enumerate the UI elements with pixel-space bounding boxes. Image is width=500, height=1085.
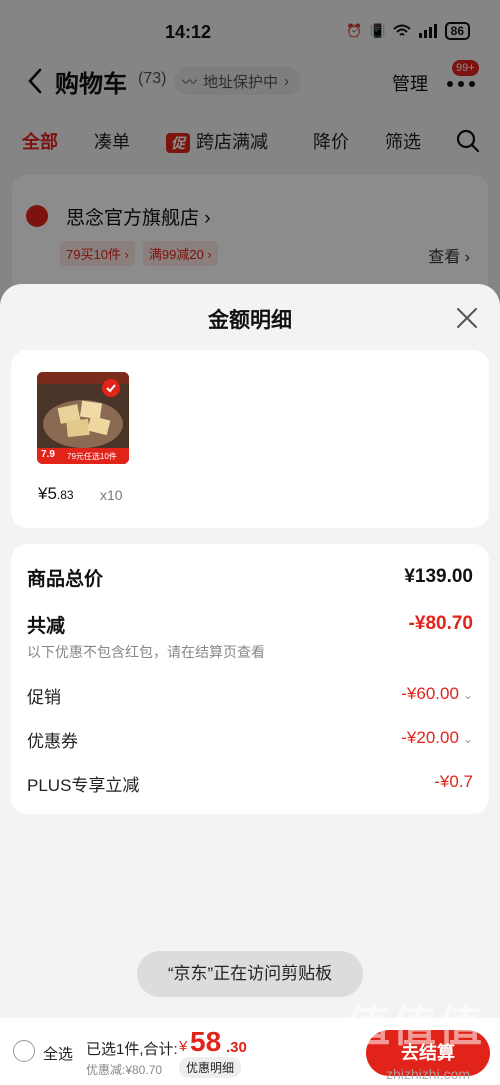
amount-detail-sheet: 金额明细 7.9 79元任选10件 ¥5.83 x10 商品总价 ¥139.00 (0, 284, 500, 1085)
discount-detail-button[interactable]: 优惠明细 (179, 1057, 242, 1078)
checkout-footer: 全选 已选1件,合计: ¥ 58 .30 优惠减:¥80.70 优惠明细 去结算… (0, 1002, 500, 1085)
summary-yen: ¥ (179, 1038, 188, 1055)
clipboard-toast: “京东”正在访问剪贴板 (137, 951, 363, 997)
watermark-url: zhizhizhi.com (386, 1066, 471, 1082)
product-price: ¥5.83 (38, 484, 74, 504)
summary-label: 已选1件,合计: (86, 1041, 178, 1058)
product-image-banner: 79元任选10件 (67, 452, 117, 461)
price-breakdown-card: 商品总价 ¥139.00 共减 -¥80.70 以下优惠不包含红包，请在结算页查… (11, 544, 489, 814)
promotion-amount: -¥60.00 (401, 684, 459, 703)
total-reduce-value: -¥80.70 (408, 613, 473, 634)
chevron-down-icon: ⌄ (462, 732, 473, 746)
promotion-label: 促销 (27, 688, 61, 707)
close-icon[interactable] (455, 306, 479, 330)
watermark: 值值值 (346, 1002, 484, 1051)
sheet-title: 金额明细 (208, 309, 292, 332)
product-quantity: x10 (100, 487, 123, 503)
plus-discount-label: PLUS专享立减 (27, 776, 140, 795)
coupon-amount: -¥20.00 (401, 728, 459, 747)
summary-amount-int: 58 (190, 1026, 222, 1057)
discount-summary: 优惠减:¥80.70 (86, 1063, 163, 1077)
total-price-label: 商品总价 (27, 569, 104, 590)
product-card: 7.9 79元任选10件 ¥5.83 x10 (11, 350, 489, 528)
total-price-value: ¥139.00 (404, 566, 473, 587)
reduce-note: 以下优惠不包含红包，请在结算页查看 (27, 644, 265, 660)
coupon-label: 优惠券 (27, 732, 78, 751)
summary-amount-dec: .30 (226, 1039, 247, 1056)
product-image-price: 7.9 (41, 449, 55, 460)
coupon-value[interactable]: -¥20.00 ⌄ (401, 728, 473, 748)
plus-discount-value: -¥0.7 (434, 772, 473, 791)
product-image[interactable]: 7.9 79元任选10件 (37, 372, 129, 464)
select-all-checkbox[interactable] (13, 1040, 35, 1062)
product-price-cents: .83 (56, 488, 74, 502)
chevron-down-icon: ⌄ (462, 688, 473, 702)
total-reduce-label: 共减 (27, 616, 66, 637)
select-all-label[interactable]: 全选 (43, 1043, 73, 1064)
promotion-value[interactable]: -¥60.00 ⌄ (401, 684, 473, 704)
product-price-int: ¥5 (38, 484, 57, 503)
